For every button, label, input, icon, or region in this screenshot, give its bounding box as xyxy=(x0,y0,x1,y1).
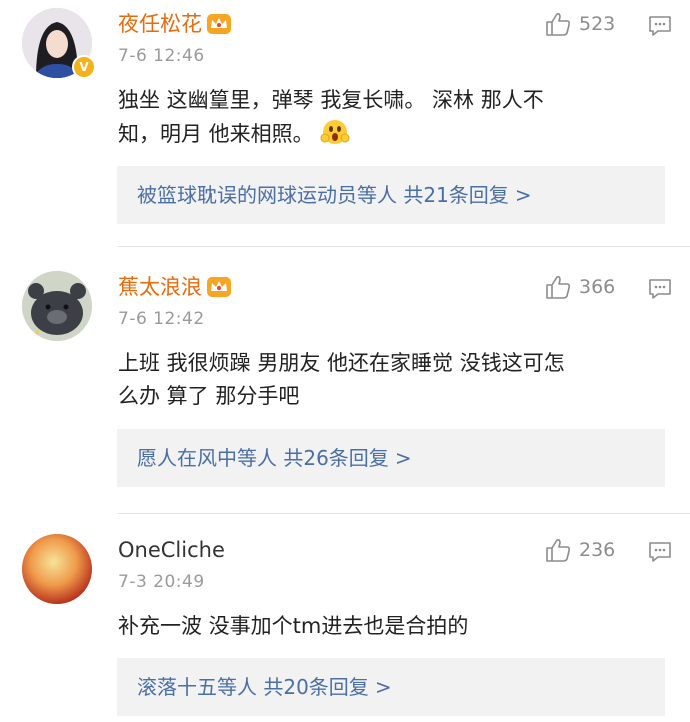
crown-icon xyxy=(207,14,231,34)
replies-summary[interactable]: 被篮球耽误的网球运动员等人 共21条回复 > xyxy=(117,166,665,224)
username[interactable]: OneCliche xyxy=(118,536,225,564)
surprised-face-emoji xyxy=(320,120,350,144)
comment-text-line: 上班 我很烦躁 男朋友 他还在家睡觉 没钱这可怎 xyxy=(118,351,565,375)
replies-count: 共21条回复 xyxy=(403,183,509,207)
username-text[interactable]: 夜任松花 xyxy=(118,10,202,38)
comment-text-line: 么办 算了 那分手吧 xyxy=(118,384,300,408)
comment-text: 上班 我很烦躁 男朋友 他还在家睡觉 没钱这可怎 么办 算了 那分手吧 xyxy=(118,347,678,413)
comment-timestamp: 7-6 12:42 xyxy=(118,309,205,329)
avatar[interactable] xyxy=(22,534,92,604)
replies-users: 滚落十五等人 xyxy=(137,675,257,699)
username[interactable]: 夜任松花 xyxy=(118,10,232,38)
comment-text: 补充一波 没事加个tm进去也是合拍的 xyxy=(118,610,678,643)
comment-text-line: 知，明月 他来相照。 xyxy=(118,122,314,146)
chevron-right-icon: > xyxy=(394,446,412,470)
comment-bubble-icon[interactable] xyxy=(648,15,672,37)
comment-item: OneCliche 7-3 20:49 236 补充一波 没事加个tm进去也是合… xyxy=(0,526,690,722)
comment-text-line: 独坐 这幽篁里，弹琴 我复长啸。 深林 那人不 xyxy=(118,88,544,112)
username-text[interactable]: 蕉太浪浪 xyxy=(118,273,202,301)
thumbs-up-icon xyxy=(546,276,571,299)
divider xyxy=(117,513,690,514)
replies-count: 共26条回复 xyxy=(283,446,389,470)
comment-item: 蕉太浪浪 7-6 12:42 366 上班 我很烦躁 男朋友 他还在家睡觉 没钱… xyxy=(0,263,690,526)
avatar[interactable] xyxy=(22,271,92,341)
comment-text-line: 补充一波 没事加个tm进去也是合拍的 xyxy=(118,614,469,638)
thumbs-up-icon xyxy=(546,13,571,36)
replies-summary[interactable]: 愿人在风中等人 共26条回复 > xyxy=(117,429,665,487)
chevron-right-icon: > xyxy=(514,183,532,207)
like-count: 236 xyxy=(579,539,616,561)
comment-bubble-icon[interactable] xyxy=(648,541,672,563)
chevron-right-icon: > xyxy=(374,675,392,699)
username[interactable]: 蕉太浪浪 xyxy=(118,273,232,301)
like-button[interactable]: 236 xyxy=(545,538,615,562)
comment-timestamp: 7-3 20:49 xyxy=(118,572,205,592)
comment-timestamp: 7-6 12:46 xyxy=(118,46,205,66)
comment-bubble-icon[interactable] xyxy=(648,278,672,300)
username-text[interactable]: OneCliche xyxy=(118,536,225,564)
crown-icon xyxy=(207,277,231,297)
like-count: 523 xyxy=(579,13,616,35)
replies-count: 共20条回复 xyxy=(263,675,369,699)
divider xyxy=(117,246,690,247)
replies-users: 被篮球耽误的网球运动员等人 xyxy=(137,183,397,207)
comment-text: 独坐 这幽篁里，弹琴 我复长啸。 深林 那人不 知，明月 他来相照。 xyxy=(118,84,678,151)
like-count: 366 xyxy=(579,276,616,298)
comment-item: V 夜任松花 7-6 12:46 523 独坐 这幽篁里，弹琴 我复长啸。 深林… xyxy=(0,0,690,263)
replies-summary[interactable]: 滚落十五等人 共20条回复 > xyxy=(117,658,665,716)
thumbs-up-icon xyxy=(546,539,571,562)
like-button[interactable]: 523 xyxy=(545,12,615,36)
replies-users: 愿人在风中等人 xyxy=(137,446,277,470)
like-button[interactable]: 366 xyxy=(545,275,615,299)
verified-v-icon: V xyxy=(72,55,96,79)
